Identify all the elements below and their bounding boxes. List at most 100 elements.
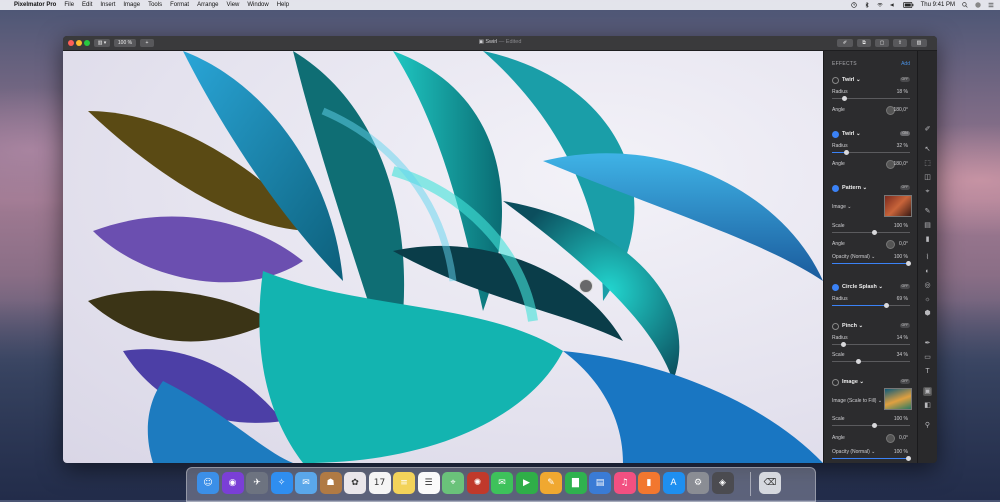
pages-dock-icon[interactable]: ✎: [540, 472, 562, 494]
wifi-icon[interactable]: [877, 2, 883, 8]
slider-knob[interactable]: [906, 261, 911, 266]
effect-enable-checkbox[interactable]: [832, 185, 839, 192]
radius-slider[interactable]: [832, 303, 910, 308]
tool-type-icon[interactable]: T: [923, 367, 932, 376]
angle-dial[interactable]: [886, 240, 895, 249]
effect-title[interactable]: Image ⌄: [842, 379, 864, 385]
radius-slider[interactable]: [832, 342, 910, 347]
safari-dock-icon[interactable]: ✧: [270, 472, 293, 494]
param-value[interactable]: 69 %: [897, 296, 908, 302]
slider-knob[interactable]: [842, 96, 847, 101]
trash-dock-icon[interactable]: ⌫: [759, 472, 781, 494]
menu-format[interactable]: Format: [170, 2, 189, 8]
param-label[interactable]: Opacity (Normal) ⌄: [832, 449, 875, 455]
radius-slider[interactable]: [832, 96, 910, 101]
search-icon[interactable]: [962, 2, 968, 8]
tool-paint-icon[interactable]: ✐: [923, 125, 932, 134]
system-preferences-dock-icon[interactable]: ⚙: [687, 472, 709, 494]
add-effect-button[interactable]: Add: [901, 61, 910, 67]
menu-tools[interactable]: Tools: [148, 2, 162, 8]
effect-enable-checkbox[interactable]: [832, 77, 839, 84]
effect-toggle[interactable]: OFF: [900, 284, 910, 289]
angle-dial[interactable]: [886, 434, 895, 443]
tool-effects-icon[interactable]: ▣: [923, 387, 932, 396]
param-label[interactable]: Image (Scale to Fill) ⌄: [832, 398, 882, 404]
calendar-dock-icon[interactable]: 17: [368, 472, 391, 494]
param-value[interactable]: 100 %: [894, 223, 908, 229]
param-value[interactable]: 32 %: [897, 143, 908, 149]
opacity-slider[interactable]: [832, 261, 911, 266]
tools-toggle-icon[interactable]: ✐: [837, 39, 853, 47]
scale-slider[interactable]: [832, 423, 910, 428]
share-icon[interactable]: ⇧: [893, 39, 907, 47]
pixelmator-pro-dock-icon[interactable]: ◈: [711, 472, 734, 494]
effect-enable-checkbox[interactable]: [832, 284, 839, 291]
menu-help[interactable]: Help: [277, 2, 289, 8]
effect-toggle[interactable]: OFF: [900, 185, 910, 190]
param-value[interactable]: 0,0°: [899, 241, 908, 247]
pattern-image-thumbnail[interactable]: [884, 195, 912, 217]
slider-knob[interactable]: [872, 423, 877, 428]
opacity-slider[interactable]: [832, 456, 911, 461]
effect-toggle[interactable]: ON: [900, 131, 910, 136]
maps-dock-icon[interactable]: ⌖: [442, 472, 464, 494]
tool-blur-icon[interactable]: ◐: [923, 267, 932, 276]
effect-title[interactable]: Circle Splash ⌄: [842, 284, 883, 290]
image-canvas[interactable]: [63, 51, 823, 463]
facetime-dock-icon[interactable]: ▶: [515, 472, 538, 494]
app-menu[interactable]: Pixelmator Pro: [14, 2, 56, 8]
effect-title[interactable]: Twirl ⌄: [842, 77, 861, 83]
param-value[interactable]: 14 %: [897, 335, 908, 341]
books-dock-icon[interactable]: ▮: [638, 472, 660, 494]
tool-pen-icon[interactable]: ✒: [923, 339, 932, 348]
messages-dock-icon[interactable]: ✉: [491, 472, 513, 494]
param-value[interactable]: 180,0°: [893, 161, 908, 167]
tool-shape-icon[interactable]: ▭: [923, 353, 932, 362]
tool-adjust-icon[interactable]: ◧: [923, 401, 932, 410]
sidebar-toggle-icon[interactable]: ▥: [911, 39, 927, 47]
effect-toggle[interactable]: OFF: [900, 379, 910, 384]
effect-toggle[interactable]: OFF: [900, 77, 910, 82]
slider-knob[interactable]: [906, 456, 911, 461]
time-machine-icon[interactable]: [850, 2, 857, 8]
tool-arrange-icon[interactable]: ↖: [923, 145, 932, 154]
itunes-dock-icon[interactable]: ♫: [613, 472, 636, 494]
crop-icon[interactable]: ⧉: [857, 39, 871, 47]
tool-warp-icon[interactable]: ⬢: [923, 309, 932, 318]
slider-knob[interactable]: [884, 303, 889, 308]
contacts-dock-icon[interactable]: ☗: [319, 472, 342, 494]
slider-knob[interactable]: [856, 359, 861, 364]
param-value[interactable]: 18 %: [897, 89, 908, 95]
photo-booth-dock-icon[interactable]: ✺: [466, 472, 489, 494]
mail-dock-icon[interactable]: ✉: [295, 472, 317, 494]
battery-icon[interactable]: [902, 2, 914, 8]
param-value[interactable]: 100 %: [894, 449, 908, 455]
param-value[interactable]: 100 %: [894, 254, 908, 260]
numbers-dock-icon[interactable]: ▇: [564, 472, 587, 494]
param-value[interactable]: 180,0°: [893, 107, 908, 113]
effect-title[interactable]: Pattern ⌄: [842, 185, 867, 191]
menu-image[interactable]: Image: [123, 2, 140, 8]
effect-title[interactable]: Twirl ⌄: [842, 131, 861, 137]
param-value[interactable]: 100 %: [894, 416, 908, 422]
menubar-clock[interactable]: Thu 9:41 PM: [921, 2, 955, 8]
menu-arrange[interactable]: Arrange: [197, 2, 218, 8]
effect-toggle[interactable]: OFF: [900, 323, 910, 328]
menu-view[interactable]: View: [226, 2, 239, 8]
layers-icon[interactable]: ▢: [875, 39, 889, 47]
app-store-dock-icon[interactable]: A: [662, 472, 685, 494]
tool-zoom-icon[interactable]: ⚲: [923, 421, 932, 430]
radius-slider[interactable]: [832, 150, 910, 155]
effect-title[interactable]: Pinch ⌄: [842, 323, 863, 329]
keynote-dock-icon[interactable]: ▤: [589, 472, 611, 494]
param-label[interactable]: Opacity (Normal) ⌄: [832, 254, 875, 260]
effect-enable-checkbox[interactable]: [832, 131, 839, 138]
scale-slider[interactable]: [832, 359, 910, 364]
menu-window[interactable]: Window: [247, 2, 268, 8]
tool-select-icon[interactable]: ⬚: [923, 159, 932, 168]
reminders-dock-icon[interactable]: ☰: [417, 472, 440, 494]
siri-dock-icon[interactable]: ◉: [221, 472, 244, 494]
twirl-center-handle[interactable]: [579, 279, 593, 293]
notes-dock-icon[interactable]: ≡: [393, 472, 415, 494]
scale-slider[interactable]: [832, 230, 910, 235]
